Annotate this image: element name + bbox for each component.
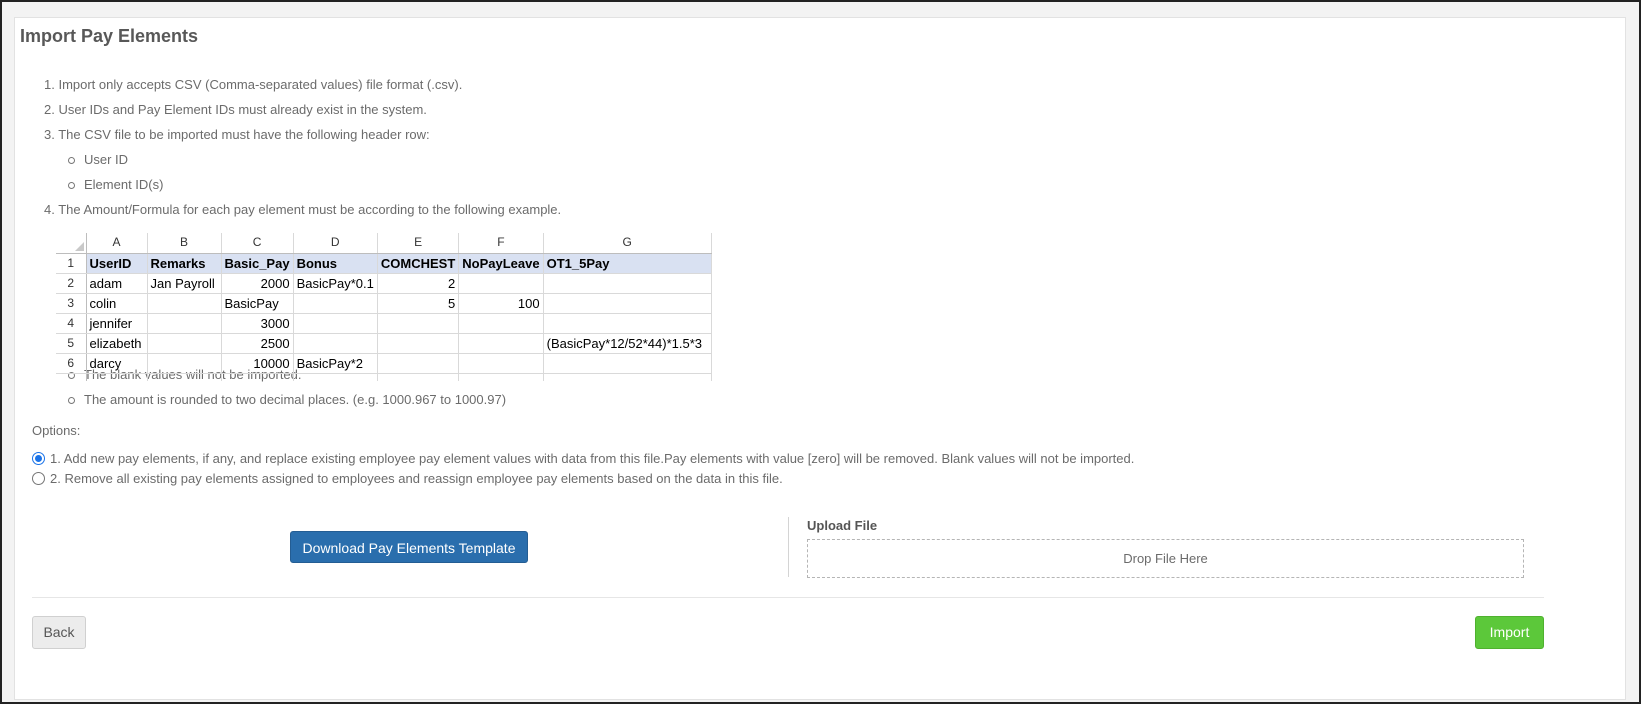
- option-replace-values[interactable]: 1. Add new pay elements, if any, and rep…: [32, 451, 1134, 466]
- table-cell: [293, 293, 378, 314]
- example-spreadsheet: A B C D E F G 1 UserID Remarks Basic_Pay…: [56, 233, 722, 381]
- table-row: 6 darcy 10000 BasicPay*2: [56, 353, 712, 374]
- table-cell: [543, 313, 712, 334]
- table-cell: Jan Payroll: [147, 273, 222, 294]
- column-letter: B: [147, 233, 222, 254]
- table-cell: (BasicPay*12/52*44)*1.5*3: [543, 333, 712, 354]
- table-row: 2 adam Jan Payroll 2000 BasicPay*0.1 2: [56, 273, 712, 294]
- table-cell: 10000: [221, 353, 294, 374]
- table-cell: 5: [377, 293, 460, 314]
- table-cell: UserID: [86, 253, 148, 274]
- table-cell: BasicPay*0.1: [293, 273, 378, 294]
- table-cell: 2000: [221, 273, 294, 294]
- row-number: [56, 373, 87, 381]
- header-field-element-ids: Element ID(s): [67, 177, 164, 192]
- vertical-divider: [788, 517, 789, 577]
- table-cell: BasicPay: [221, 293, 294, 314]
- page-title: Import Pay Elements: [20, 26, 199, 46]
- table-cell: [147, 333, 222, 354]
- table-cell: OT1_5Pay: [543, 253, 712, 274]
- table-cell: darcy: [86, 353, 148, 374]
- drop-zone-label: Drop File Here: [1123, 551, 1208, 566]
- table-cell: NoPayLeave: [458, 253, 544, 274]
- header-field-user-id: User ID: [67, 152, 129, 167]
- table-cell: [147, 313, 222, 334]
- table-cell: [147, 353, 222, 374]
- upload-file-label: Upload File: [807, 518, 878, 533]
- table-cell: [543, 353, 712, 374]
- table-row: 3 colin BasicPay 5 100: [56, 293, 712, 314]
- table-cell: 3000: [221, 313, 294, 334]
- table-row: 1 UserID Remarks Basic_Pay Bonus COMCHES…: [56, 253, 712, 274]
- example-table: A B C D E F G 1 UserID Remarks Basic_Pay…: [56, 233, 712, 381]
- rule-3: 3. The CSV file to be imported must have…: [44, 127, 430, 142]
- column-letter: A: [86, 233, 148, 254]
- table-cell: adam: [86, 273, 148, 294]
- horizontal-divider: [32, 597, 1544, 598]
- import-button[interactable]: Import: [1475, 616, 1544, 649]
- options-label: Options:: [32, 423, 81, 438]
- back-button[interactable]: Back: [32, 616, 86, 649]
- row-number: 2: [56, 273, 87, 294]
- table-row: 4 jennifer 3000: [56, 313, 712, 334]
- table-cell: [147, 293, 222, 314]
- download-template-button[interactable]: Download Pay Elements Template: [290, 531, 528, 563]
- file-drop-zone[interactable]: Drop File Here: [807, 539, 1524, 578]
- radio-option-2[interactable]: [32, 472, 45, 485]
- table-cell: [377, 333, 460, 354]
- radio-option-1[interactable]: [32, 452, 45, 465]
- table-cell: [293, 333, 378, 354]
- table-cell: Remarks: [147, 253, 222, 274]
- row-number: 4: [56, 313, 87, 334]
- option-1-label: 1. Add new pay elements, if any, and rep…: [50, 451, 1135, 466]
- table-cell: Basic_Pay: [221, 253, 294, 274]
- column-letter: D: [293, 233, 378, 254]
- table-cell: [543, 293, 712, 314]
- table-cell: Bonus: [293, 253, 378, 274]
- table-cell: [377, 313, 460, 334]
- table-cell: BasicPay*2: [293, 353, 378, 374]
- table-cell: elizabeth: [86, 333, 148, 354]
- table-cell: [458, 333, 544, 354]
- table-cell: 2500: [221, 333, 294, 354]
- column-letter: F: [458, 233, 544, 254]
- column-letter: E: [377, 233, 460, 254]
- row-number: 6: [56, 353, 87, 374]
- table-row: 5 elizabeth 2500 (BasicPay*12/52*44)*1.5…: [56, 333, 712, 354]
- note-rounding: The amount is rounded to two decimal pla…: [67, 392, 507, 407]
- table-cell: 100: [458, 293, 544, 314]
- table-cell: colin: [86, 293, 148, 314]
- row-number: 3: [56, 293, 87, 314]
- rule-4: 4. The Amount/Formula for each pay eleme…: [44, 202, 562, 217]
- table-cell: [543, 273, 712, 294]
- row-number: 1: [56, 253, 87, 274]
- option-reassign-all[interactable]: 2. Remove all existing pay elements assi…: [32, 471, 783, 486]
- rule-2: 2. User IDs and Pay Element IDs must alr…: [44, 102, 427, 117]
- table-cell: [458, 313, 544, 334]
- column-letter: G: [543, 233, 712, 254]
- rule-1: 1. Import only accepts CSV (Comma-separa…: [44, 77, 463, 92]
- table-cell: 2: [377, 273, 460, 294]
- select-all-corner: [56, 233, 87, 254]
- row-number: 5: [56, 333, 87, 354]
- table-row-partial: [56, 373, 712, 381]
- table-cell: [377, 353, 460, 374]
- column-header-row: A B C D E F G: [56, 233, 712, 254]
- table-cell: [293, 313, 378, 334]
- table-cell: [458, 273, 544, 294]
- table-cell: jennifer: [86, 313, 148, 334]
- column-letter: C: [221, 233, 294, 254]
- option-2-label: 2. Remove all existing pay elements assi…: [50, 471, 783, 486]
- table-cell: COMCHEST: [377, 253, 460, 274]
- table-cell: [458, 353, 544, 374]
